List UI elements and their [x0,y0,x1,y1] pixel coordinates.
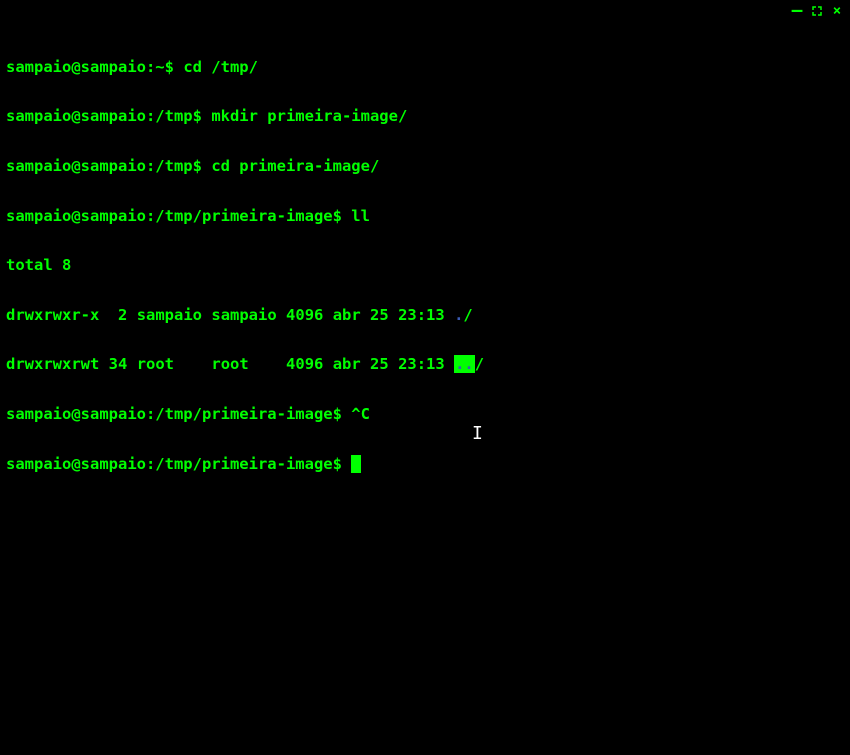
day: 25 [370,355,389,373]
close-icon[interactable]: × [830,4,844,18]
prompt: sampaio@sampaio:~$ [6,58,183,76]
links: 34 [109,355,128,373]
history-line-0: sampaio@sampaio:~$ cd /tmp/ [6,55,844,80]
time: 23:13 [398,306,445,324]
size: 4096 [286,306,323,324]
links: 2 [109,306,128,324]
maximize-icon[interactable] [810,4,824,18]
current-prompt-line[interactable]: sampaio@sampaio:/tmp/primeira-image$ [6,452,844,477]
perms: drwxrwxr-x [6,306,99,324]
history-line-3: sampaio@sampaio:/tmp/primeira-image$ ll [6,204,844,229]
size: 4096 [286,355,323,373]
cursor-icon [351,455,361,473]
ls-row-0: drwxrwxr-x 2 sampaio sampaio 4096 abr 25… [6,303,844,328]
dir-suffix: / [463,306,472,324]
command: cd primeira-image/ [211,157,379,175]
minimize-icon[interactable]: — [790,4,804,18]
month: abr [333,306,361,324]
owner: root [137,355,202,373]
text-cursor-ibeam-icon: I [472,420,483,449]
day: 25 [370,306,389,324]
command: cd /tmp/ [183,58,258,76]
dir-name-highlight: .. [454,355,475,373]
command: mkdir primeira-image/ [211,107,407,125]
prompt: sampaio@sampaio:/tmp$ [6,107,211,125]
maximize-svg [812,6,822,16]
owner: sampaio [137,306,202,324]
group: sampaio [211,306,276,324]
prompt: sampaio@sampaio:/tmp/primeira-image$ [6,455,351,473]
interrupt-text: ^C [351,405,370,423]
group: root [211,355,276,373]
window-controls: — × [790,4,844,18]
command: ll [351,207,370,225]
prompt: sampaio@sampaio:/tmp/primeira-image$ [6,405,351,423]
terminal-area[interactable]: sampaio@sampaio:~$ cd /tmp/ sampaio@samp… [0,0,850,507]
prompt: sampaio@sampaio:/tmp$ [6,157,211,175]
ls-row-1: drwxrwxrwt 34 root root 4096 abr 25 23:1… [6,352,844,377]
time: 23:13 [398,355,445,373]
month: abr [333,355,361,373]
prompt: sampaio@sampaio:/tmp/primeira-image$ [6,207,351,225]
total-line: total 8 [6,253,844,278]
interrupt-line: sampaio@sampaio:/tmp/primeira-image$ ^C [6,402,844,427]
dir-suffix: / [475,355,484,373]
history-line-1: sampaio@sampaio:/tmp$ mkdir primeira-ima… [6,104,844,129]
history-line-2: sampaio@sampaio:/tmp$ cd primeira-image/ [6,154,844,179]
perms: drwxrwxrwt [6,355,99,373]
